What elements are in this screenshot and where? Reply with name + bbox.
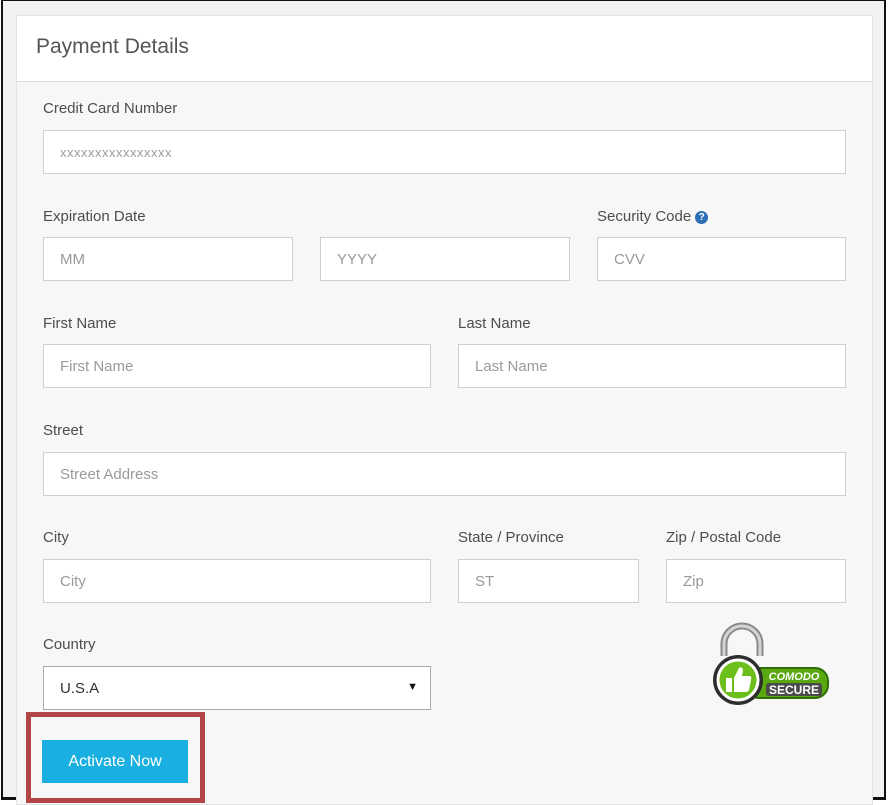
panel-header: Payment Details: [17, 16, 872, 82]
state-input[interactable]: [458, 559, 639, 603]
city-label: City: [43, 529, 69, 546]
comodo-secure-badge: COMODO SECURE: [713, 622, 829, 705]
street-label: Street: [43, 422, 84, 439]
expiration-year-input[interactable]: [320, 237, 570, 281]
city-input[interactable]: [43, 559, 431, 603]
first-name-input[interactable]: [43, 344, 431, 388]
card-number-input[interactable]: [43, 130, 846, 174]
state-label: State / Province: [458, 529, 564, 546]
country-label: Country: [43, 636, 96, 653]
last-name-label: Last Name: [458, 315, 531, 332]
street-input[interactable]: [43, 452, 846, 496]
badge-brand-text: COMODO: [769, 671, 820, 683]
chevron-down-icon: ▼: [407, 681, 418, 693]
panel-title: Payment Details: [36, 35, 189, 58]
zip-input[interactable]: [666, 559, 846, 603]
zip-label: Zip / Postal Code: [666, 529, 782, 546]
last-name-input[interactable]: [458, 344, 846, 388]
security-code-input[interactable]: [597, 237, 846, 281]
security-code-label: Security Code?: [597, 208, 709, 225]
expiration-month-input[interactable]: [43, 237, 293, 281]
help-icon[interactable]: ?: [695, 211, 709, 224]
country-select[interactable]: U.S.A ▼: [43, 666, 431, 710]
expiration-date-label: Expiration Date: [43, 208, 146, 225]
first-name-label: First Name: [43, 315, 117, 332]
activate-now-button[interactable]: Activate Now: [42, 740, 188, 783]
badge-secure-text: SECURE: [769, 683, 819, 697]
country-selected-value: U.S.A: [60, 679, 100, 697]
card-number-label: Credit Card Number: [43, 100, 178, 117]
security-code-label-text: Security Code: [597, 208, 692, 225]
